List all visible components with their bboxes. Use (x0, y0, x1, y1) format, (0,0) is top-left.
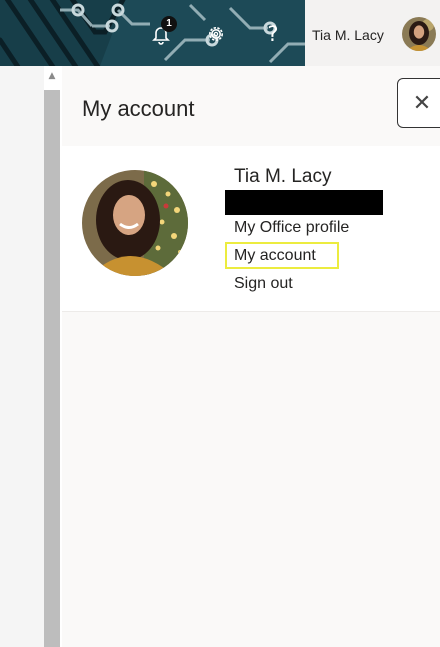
gear-icon (209, 27, 223, 41)
scroll-up-arrow-icon[interactable]: ▲ (44, 66, 60, 86)
close-icon: ✕ (412, 90, 432, 116)
notifications-button[interactable]: 1 (145, 16, 177, 50)
account-card: Tia M. Lacy My Office profile My account… (62, 146, 440, 312)
help-button[interactable]: ? (257, 18, 289, 50)
profile-photo (82, 170, 188, 276)
help-icon: ? (267, 22, 279, 46)
sign-out-link[interactable]: Sign out (234, 275, 293, 293)
panel-title: My account (82, 96, 195, 121)
header-avatar[interactable] (402, 17, 436, 51)
my-office-profile-link[interactable]: My Office profile (234, 219, 349, 237)
top-bar: 1 ? Tia M. Lacy (0, 0, 440, 66)
notification-badge: 1 (161, 16, 177, 32)
my-account-link[interactable]: My account (234, 247, 316, 265)
profile-avatar (82, 170, 188, 276)
settings-button[interactable] (200, 18, 232, 50)
avatar-photo (402, 17, 436, 51)
page-background (0, 66, 44, 647)
account-panel: My account ✕ Tia M. Lacy My Office profi… (62, 66, 440, 647)
close-button[interactable]: ✕ (397, 78, 440, 128)
scrollbar-thumb[interactable] (44, 90, 60, 647)
profile-name: Tia M. Lacy (234, 166, 332, 187)
redacted-email (225, 190, 383, 215)
header-user-name[interactable]: Tia M. Lacy (312, 27, 384, 43)
